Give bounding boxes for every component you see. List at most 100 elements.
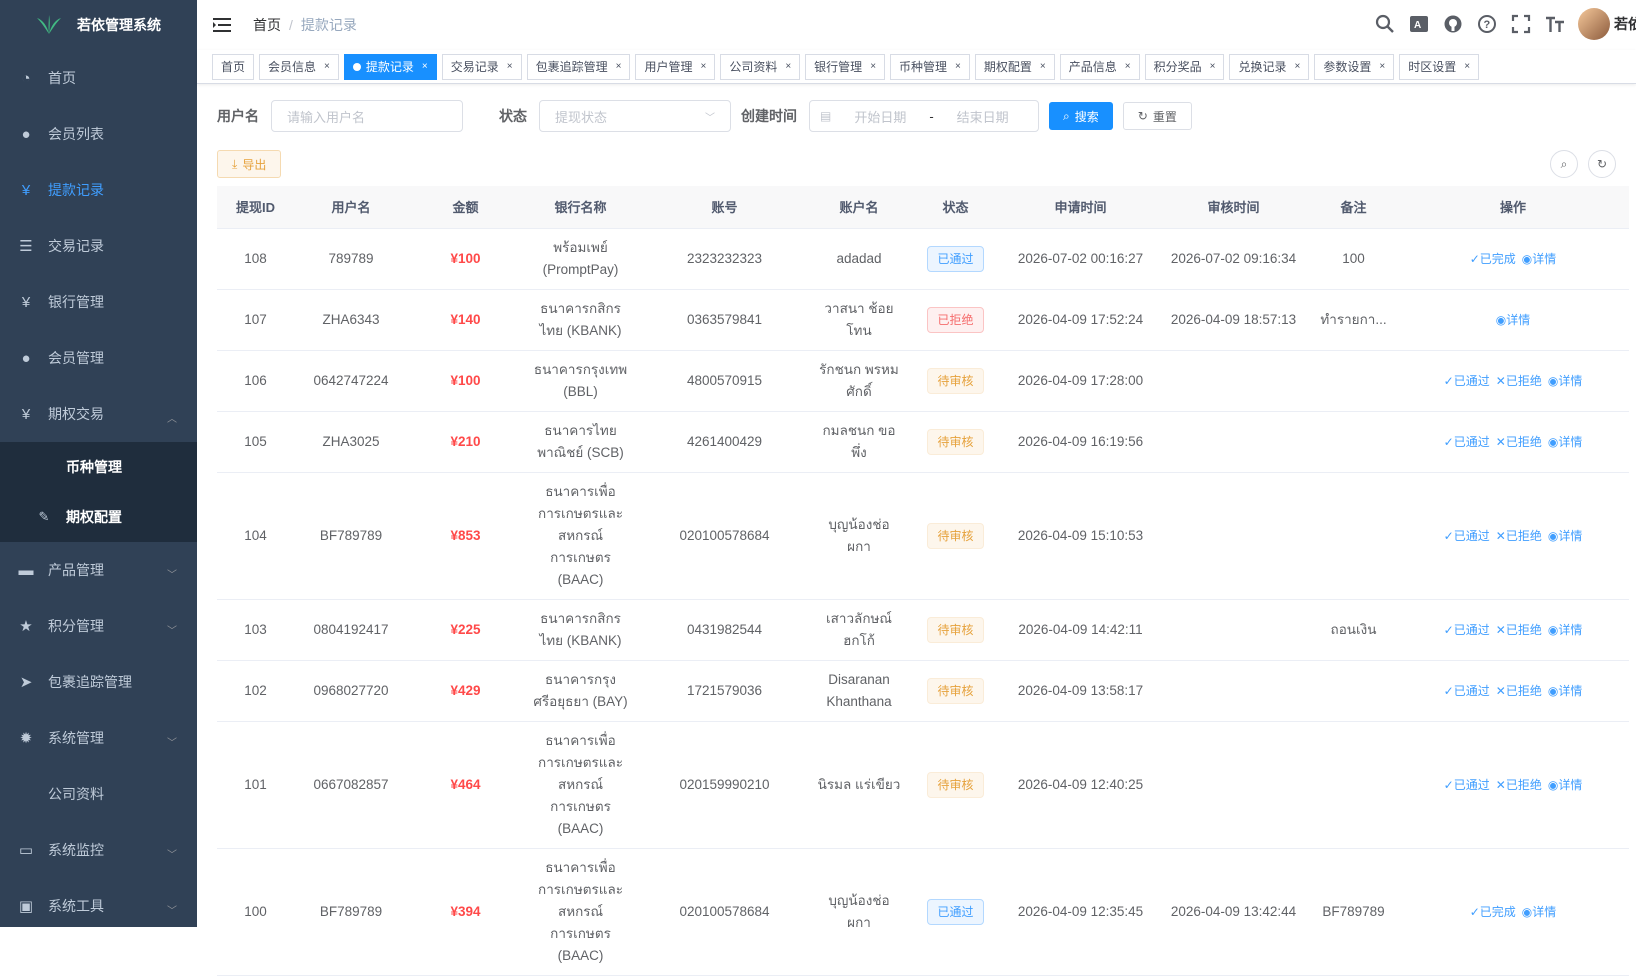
tag-4[interactable]: 包裹追踪管理 × <box>526 53 631 80</box>
action-approve-button[interactable]: ✓已通过 <box>1444 778 1490 792</box>
sidebar-item-6-items[interactable]: ¥ 期权交易 ︿ <box>0 386 197 442</box>
sidebar-item-5-items[interactable]: ● 会员管理 <box>0 330 197 386</box>
tag-8[interactable]: 币种管理 × <box>890 53 970 80</box>
close-icon[interactable]: × <box>324 55 330 79</box>
sidebar-item-1-items[interactable]: ● 会员列表 <box>0 106 197 162</box>
sidebar-item-5-items2[interactable]: ▭ 系统监控 ﹀ <box>0 822 197 878</box>
cell-holder: บุญน้องช่อผกา <box>811 848 907 976</box>
close-icon[interactable]: × <box>700 55 706 79</box>
tag-2[interactable]: 提款记录 × <box>343 53 437 80</box>
close-icon[interactable]: × <box>870 55 876 79</box>
tag-9[interactable]: 期权配置 × <box>974 53 1055 80</box>
action-reject-button[interactable]: ✕已拒绝 <box>1496 374 1542 388</box>
tag-5[interactable]: 用户管理 × <box>635 53 716 80</box>
export-button[interactable]: ⤓ 导出 <box>217 150 282 178</box>
close-icon[interactable]: × <box>785 55 791 79</box>
tag-label: 银行管理 <box>814 59 863 74</box>
tag-12[interactable]: 兑换记录 × <box>1229 53 1310 80</box>
search-button[interactable]: ⌕ 搜索 <box>1049 102 1113 130</box>
close-icon[interactable]: × <box>1464 55 1470 79</box>
close-icon[interactable]: × <box>422 55 428 79</box>
sidebar-item-4-items[interactable]: ¥ 银行管理 <box>0 274 197 330</box>
close-icon[interactable]: × <box>507 55 513 79</box>
submenu-item-currency[interactable]: 币种管理 <box>0 442 197 492</box>
tag-13[interactable]: 参数设置 × <box>1314 53 1395 80</box>
fullscreen-icon[interactable] <box>1510 13 1532 35</box>
close-icon[interactable]: × <box>1210 55 1216 79</box>
submenu-item-option-config[interactable]: ✎ 期权配置 <box>0 492 197 542</box>
tag-14[interactable]: 时区设置 × <box>1399 53 1480 80</box>
help-icon[interactable]: ? <box>1476 13 1498 35</box>
sidebar-item-6-items2[interactable]: ▣ 系统工具 ﹀ <box>0 878 197 934</box>
sidebar-item-2-items2[interactable]: ➤ 包裹追踪管理 <box>0 654 197 710</box>
tag-1[interactable]: 会员信息 × <box>259 53 339 80</box>
username-input[interactable]: 请输入用户名 <box>271 100 463 132</box>
close-icon[interactable]: × <box>1379 55 1385 79</box>
tag-11[interactable]: 积分奖品 × <box>1144 53 1225 80</box>
toggle-search-icon[interactable]: ⌕ <box>1550 150 1578 179</box>
time-label: 创建时间 <box>741 108 797 124</box>
action-approve-button[interactable]: ✓已通过 <box>1444 435 1490 449</box>
action-reject-button[interactable]: ✕已拒绝 <box>1496 684 1542 698</box>
sidebar-item-4-items2[interactable]: 公司资料 <box>0 766 197 822</box>
action-approve-button[interactable]: ✓已通过 <box>1444 529 1490 543</box>
status-select[interactable]: 提现状态 ﹀ <box>539 100 731 132</box>
tag-0[interactable]: 首页 <box>212 53 255 80</box>
close-icon[interactable]: × <box>955 55 961 79</box>
cell-account: 1721579036 <box>638 660 811 722</box>
action-detail-button[interactable]: ◉详情 <box>1522 252 1557 266</box>
action-approve-button[interactable]: ✓已通过 <box>1444 374 1490 388</box>
action-detail-button[interactable]: ◉详情 <box>1548 529 1583 543</box>
close-icon[interactable]: × <box>1040 55 1046 79</box>
user-name[interactable]: 若依 <box>1614 14 1636 34</box>
action-detail-button[interactable]: ◉详情 <box>1548 435 1583 449</box>
action-detail-button[interactable]: ◉详情 <box>1548 374 1583 388</box>
action-complete-button[interactable]: ✓已完成 <box>1470 252 1516 266</box>
breadcrumb-home[interactable]: 首页 <box>253 17 281 33</box>
action-reject-button[interactable]: ✕已拒绝 <box>1496 778 1542 792</box>
logo[interactable]: 若依管理系统 <box>0 0 197 50</box>
action-reject-button[interactable]: ✕已拒绝 <box>1496 623 1542 637</box>
action-label: 已通过 <box>1453 683 1490 698</box>
avatar[interactable] <box>1578 8 1610 40</box>
action-detail-button[interactable]: ◉详情 <box>1548 778 1583 792</box>
sidebar-item-3-items2[interactable]: ✹ 系统管理 ﹀ <box>0 710 197 766</box>
sidebar-item-3-items[interactable]: ☰ 交易记录 <box>0 218 197 274</box>
cell-account: 020100578684 <box>638 848 811 976</box>
cell-bank: ธนาคารไทยพาณิชย์ (SCB) <box>523 411 638 473</box>
chevron-down-icon: ﹀ <box>167 738 177 749</box>
tag-3[interactable]: 交易记录 × <box>441 53 522 80</box>
start-date-placeholder[interactable]: 开始日期 <box>845 107 915 126</box>
date-range-picker[interactable]: ▤ 开始日期 - 结束日期 <box>809 100 1039 132</box>
end-date-placeholder[interactable]: 结束日期 <box>948 107 1018 126</box>
close-icon[interactable]: × <box>1125 55 1131 79</box>
sidebar-item-2-items[interactable]: ¥ 提款记录 <box>0 162 197 218</box>
cell-account: 4800570915 <box>638 350 811 412</box>
submenu-options: 币种管理 ✎ 期权配置 <box>0 442 197 542</box>
close-icon[interactable]: × <box>1294 55 1300 79</box>
action-reject-button[interactable]: ✕已拒绝 <box>1496 435 1542 449</box>
action-complete-button[interactable]: ✓已完成 <box>1470 905 1516 919</box>
refresh-icon[interactable]: ↻ <box>1588 149 1616 178</box>
tag-7[interactable]: 银行管理 × <box>805 53 886 80</box>
action-reject-button[interactable]: ✕已拒绝 <box>1496 529 1542 543</box>
github-icon[interactable] <box>1442 13 1464 35</box>
action-detail-button[interactable]: ◉详情 <box>1548 684 1583 698</box>
cell-user: 0968027720 <box>294 660 408 722</box>
translate-icon[interactable]: A <box>1408 13 1430 35</box>
action-approve-button[interactable]: ✓已通过 <box>1444 623 1490 637</box>
font-size-icon[interactable] <box>1544 13 1566 35</box>
search-icon[interactable] <box>1374 13 1396 35</box>
sidebar-item-0-items2[interactable]: ▬ 产品管理 ﹀ <box>0 542 197 598</box>
sidebar-item-1-items2[interactable]: ★ 积分管理 ﹀ <box>0 598 197 654</box>
tag-6[interactable]: 公司资料 × <box>720 53 801 80</box>
action-detail-button[interactable]: ◉详情 <box>1496 313 1531 327</box>
action-detail-button[interactable]: ◉详情 <box>1522 905 1557 919</box>
action-detail-button[interactable]: ◉详情 <box>1548 623 1583 637</box>
hamburger-icon[interactable] <box>213 16 231 34</box>
reset-button[interactable]: ↻ 重置 <box>1122 102 1192 130</box>
close-icon[interactable]: × <box>616 55 622 79</box>
action-approve-button[interactable]: ✓已通过 <box>1444 684 1490 698</box>
sidebar-item-0-items[interactable]: ◔ 首页 <box>0 50 197 106</box>
tag-10[interactable]: 产品信息 × <box>1059 53 1140 80</box>
